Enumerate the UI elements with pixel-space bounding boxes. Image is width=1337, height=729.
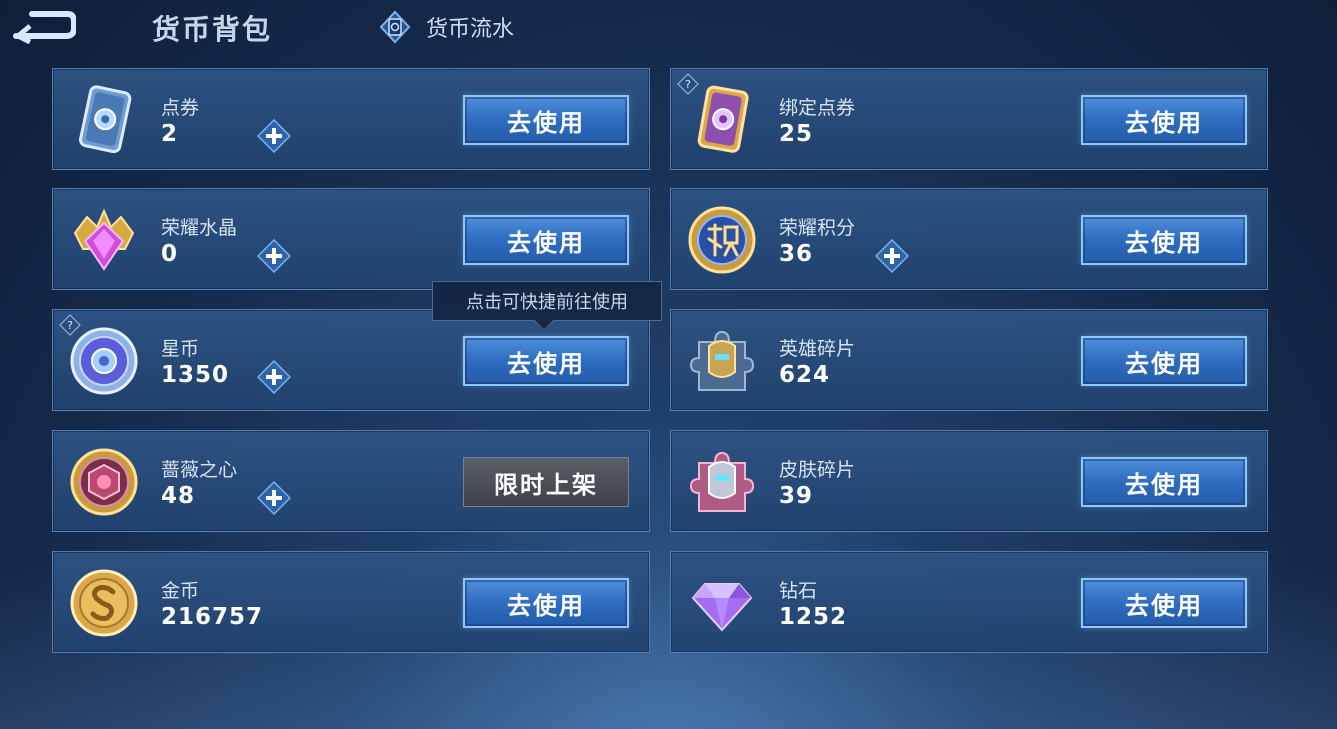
currency-name: 蔷薇之心: [161, 459, 238, 481]
currency-name: 星币: [161, 338, 200, 360]
back-arrow-icon: [13, 11, 77, 45]
currency-name: 绑定点券: [779, 97, 856, 119]
glory-points-icon: [685, 203, 759, 277]
glory-crystal-icon: [67, 203, 141, 277]
hero-shard-icon: [685, 324, 759, 398]
currency-card-glory-points: 荣耀积分 36 去使用: [670, 188, 1268, 290]
plus-icon: [256, 118, 292, 154]
currency-amount: 36: [779, 241, 814, 267]
currency-amount: 216757: [161, 604, 264, 630]
currency-card-gold-coin: 金币 216757 去使用: [52, 551, 650, 653]
currency-card-hero-shard: 英雄碎片 624 去使用: [670, 309, 1268, 411]
use-button[interactable]: 去使用: [463, 215, 629, 265]
currency-name: 皮肤碎片: [779, 459, 856, 481]
currency-card-glory-crystal: 荣耀水晶 0 去使用: [52, 188, 650, 290]
limited-time-button[interactable]: 限时上架: [463, 457, 629, 507]
currency-amount: 48: [161, 483, 196, 509]
diamond-icon: [685, 566, 759, 640]
plus-icon: [256, 359, 292, 395]
currency-flow-icon: [379, 10, 411, 44]
use-button[interactable]: 去使用: [1081, 578, 1247, 628]
currency-name: 荣耀积分: [779, 217, 856, 239]
currency-amount: 39: [779, 483, 814, 509]
use-button[interactable]: 去使用: [1081, 457, 1247, 507]
coupon-card-icon: [67, 83, 141, 157]
bound-coupon-card-icon: [685, 83, 759, 157]
currency-amount: 0: [161, 241, 179, 267]
currency-amount: 1252: [779, 604, 848, 630]
currency-card-coupon: 点券 2 去使用: [52, 68, 650, 170]
use-button[interactable]: 去使用: [463, 578, 629, 628]
use-button[interactable]: 去使用: [1081, 215, 1247, 265]
currency-amount: 624: [779, 362, 831, 388]
quick-use-tooltip: 点击可快捷前往使用: [432, 281, 662, 331]
currency-card-rose-heart: 蔷薇之心 48 限时上架: [52, 430, 650, 532]
use-button[interactable]: 去使用: [463, 336, 629, 386]
currency-card-skin-shard: 皮肤碎片 39 去使用: [670, 430, 1268, 532]
skin-shard-icon: [685, 445, 759, 519]
use-button[interactable]: 去使用: [463, 95, 629, 145]
currency-name: 钻石: [779, 580, 818, 602]
currency-name: 金币: [161, 580, 200, 602]
currency-amount: 25: [779, 121, 814, 147]
tab-currency-flow[interactable]: 货币流水: [378, 10, 514, 44]
add-glory-crystal-button[interactable]: [256, 238, 292, 274]
star-coin-icon: [67, 324, 141, 398]
currency-card-bound-coupon: ? 绑定点券 25 去使用: [670, 68, 1268, 170]
add-coupon-button[interactable]: [256, 118, 292, 154]
currency-name: 英雄碎片: [779, 338, 856, 360]
currency-card-star-coin: ? 星币 1350 去使用: [52, 309, 650, 411]
plus-icon: [256, 480, 292, 516]
rose-heart-icon: [67, 445, 141, 519]
use-button[interactable]: 去使用: [1081, 95, 1247, 145]
back-button[interactable]: [8, 8, 77, 45]
currency-amount: 1350: [161, 362, 230, 388]
tooltip-text: 点击可快捷前往使用: [466, 292, 628, 313]
plus-icon: [256, 238, 292, 274]
add-rose-heart-button[interactable]: [256, 480, 292, 516]
currency-card-diamond: 钻石 1252 去使用: [670, 551, 1268, 653]
currency-name: 点券: [161, 97, 200, 119]
plus-icon: [874, 238, 910, 274]
add-star-coin-button[interactable]: [256, 359, 292, 395]
add-glory-points-button[interactable]: [874, 238, 910, 274]
currency-amount: 2: [161, 121, 179, 147]
use-button[interactable]: 去使用: [1081, 336, 1247, 386]
tab-currency-flow-label: 货币流水: [426, 17, 515, 42]
gold-coin-icon: [67, 566, 141, 640]
currency-name: 荣耀水晶: [161, 217, 238, 239]
page-title: 货币背包: [152, 13, 273, 46]
